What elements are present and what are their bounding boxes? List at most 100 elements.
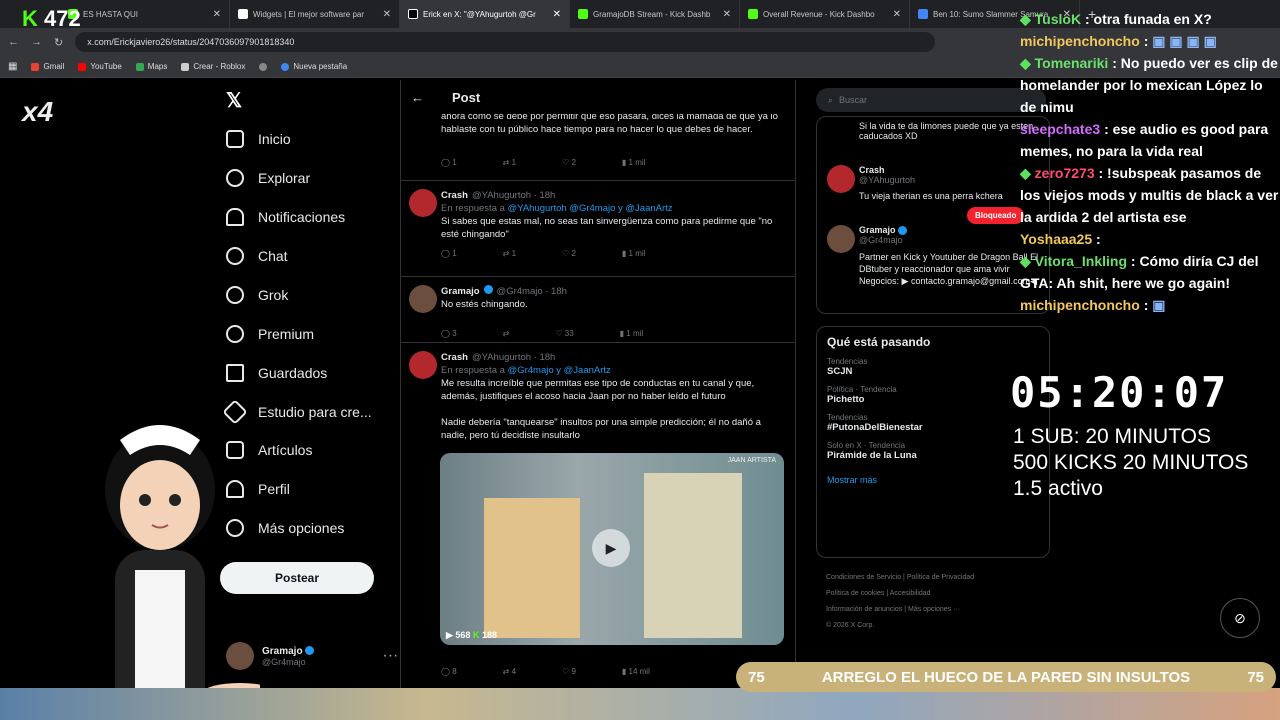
- nav-grok[interactable]: Grok: [226, 286, 288, 304]
- tweet-author[interactable]: Crash: [441, 351, 468, 364]
- repost-count: 1: [511, 158, 517, 167]
- bookmark-new-tab[interactable]: Nueva pestaña: [281, 62, 347, 71]
- like-button[interactable]: ♡ 33: [555, 327, 573, 340]
- reply-prefix: En respuesta a: [441, 365, 508, 376]
- like-button[interactable]: ♡ 9: [562, 665, 576, 678]
- more-dots-icon[interactable]: ···: [382, 647, 398, 665]
- goal-count-right: 75: [1247, 668, 1264, 686]
- tweet-author[interactable]: Crash: [441, 189, 468, 202]
- google-favicon-icon: [918, 9, 928, 19]
- tweet[interactable]: Crash @YAhugurtoh · 18h En respuesta a @Y…: [401, 180, 795, 270]
- reply-mentions[interactable]: @Gr4majo y @JaanArtz: [508, 365, 611, 376]
- repost-button[interactable]: ⇄ 1: [503, 158, 516, 167]
- footer-link[interactable]: Condiciones de Servicio: [826, 574, 901, 581]
- bookmark-roblox[interactable]: Crear - Roblox: [181, 62, 245, 71]
- nav-chat[interactable]: Chat: [226, 247, 288, 265]
- chat-message: michipenchoncho : ▣ ▣ ▣ ▣: [1020, 30, 1280, 52]
- forward-icon[interactable]: →: [31, 36, 42, 48]
- blocked-button[interactable]: Bloqueado: [967, 207, 1025, 224]
- apps-icon[interactable]: ▦: [8, 61, 17, 72]
- close-icon[interactable]: ✕: [893, 9, 901, 20]
- tweet[interactable]: Gramajo @Gr4majo · 18h No estés chingando…: [401, 276, 795, 340]
- bookmark-globe[interactable]: [259, 62, 268, 71]
- nav-articles[interactable]: Artículos: [226, 441, 312, 459]
- browser-tab[interactable]: ES HASTA QUI ✕: [60, 0, 230, 28]
- show-more-link[interactable]: Mostrar más: [827, 475, 1039, 485]
- footer-link[interactable]: Más opciones ···: [908, 606, 960, 613]
- nav-profile[interactable]: Perfil: [226, 480, 290, 498]
- url-field[interactable]: x.com/Erickjaviero26/status/204703609790…: [75, 32, 936, 52]
- bio-text: Partner en Kick y Youtuber de Dragon Bal…: [859, 252, 1039, 287]
- tweet-handle: @YAhugurtoh · 18h: [471, 190, 556, 201]
- tab-label: Erick en X: "@YAhugurtoh @Gr: [423, 9, 536, 19]
- trend-item[interactable]: Solo en X · Tendencia Pirámide de la Luna: [827, 441, 1039, 461]
- nav-explore[interactable]: Explorar: [226, 169, 310, 187]
- bookmark-label: YouTube: [90, 62, 122, 71]
- gmail-icon: [31, 62, 40, 71]
- x-logo-icon[interactable]: 𝕏: [226, 88, 242, 113]
- nav-bookmarks[interactable]: Guardados: [226, 364, 327, 382]
- play-icon[interactable]: ▶: [592, 529, 630, 567]
- reply-button[interactable]: ◯ 1: [441, 247, 457, 260]
- footer-link[interactable]: Accesibilidad: [890, 590, 931, 597]
- close-icon[interactable]: ✕: [213, 9, 221, 20]
- profile-name[interactable]: Gramajo: [859, 225, 896, 235]
- repost-button[interactable]: ⇄ 4: [503, 665, 516, 678]
- search-input[interactable]: ⌕ Buscar: [816, 88, 1046, 112]
- bookmark-gmail[interactable]: Gmail: [31, 62, 64, 71]
- url-text: x.com/Erickjaviero26/status/204703609790…: [87, 37, 295, 47]
- bookmark-youtube[interactable]: YouTube: [78, 62, 122, 71]
- close-icon[interactable]: ✕: [383, 9, 391, 20]
- trend-item[interactable]: Tendencias SCJN: [827, 357, 1039, 377]
- nav-creator-studio[interactable]: Estudio para cre...: [222, 399, 372, 425]
- footer-link[interactable]: Política de cookies: [826, 590, 884, 597]
- like-button[interactable]: ♡ 2: [562, 247, 576, 260]
- reply-mentions[interactable]: @YAhugurtoh @Gr4majo y @JaanArtz: [508, 203, 673, 214]
- trend-item[interactable]: Política · Tendencia Pichetto: [827, 385, 1039, 405]
- footer-link[interactable]: Política de Privacidad: [907, 574, 974, 581]
- like-count: 2: [571, 249, 576, 258]
- nav-more[interactable]: Más opciones: [226, 519, 344, 537]
- footer-link[interactable]: Información de anuncios: [826, 606, 902, 613]
- profile-name[interactable]: Crash: [859, 165, 885, 175]
- back-arrow-icon[interactable]: ←: [411, 90, 424, 105]
- tweet-author[interactable]: Gramajo: [441, 285, 480, 298]
- diamond-icon: ◆: [1020, 165, 1031, 181]
- chat-username: michipenchoncho: [1020, 33, 1140, 49]
- subathon-timer: 05:20:07: [1010, 368, 1229, 417]
- post-button[interactable]: Postear: [220, 562, 374, 594]
- repost-button[interactable]: ⇄: [503, 327, 510, 340]
- browser-tab[interactable]: Overall Revenue - Kick Dashbo ✕: [740, 0, 910, 28]
- views-button[interactable]: ▮ 1 mil: [620, 327, 644, 340]
- back-icon[interactable]: ←: [8, 36, 19, 48]
- browser-tab-active[interactable]: Erick en X: "@YAhugurtoh @Gr ✕: [400, 0, 570, 28]
- trend-name: SCJN: [827, 366, 853, 377]
- view-count: 1 mil: [626, 329, 644, 338]
- nav-label: Premium: [258, 326, 315, 342]
- reply-button[interactable]: ◯ 1: [441, 158, 457, 167]
- views-button[interactable]: ▮ 1 mil: [622, 158, 646, 167]
- nav-home[interactable]: Inicio: [226, 130, 291, 148]
- reply-button[interactable]: ◯ 8: [441, 665, 457, 678]
- browser-tab[interactable]: Widgets | El mejor software par ✕: [230, 0, 400, 28]
- chat-username: zero7273: [1034, 165, 1095, 181]
- post-header: ← Post: [401, 80, 795, 114]
- chat-username: Vitora_Inkling: [1034, 253, 1127, 269]
- repost-button[interactable]: ⇄ 1: [503, 247, 516, 260]
- views-button[interactable]: ▮ 1 mil: [622, 247, 646, 260]
- nav-premium[interactable]: Premium: [226, 325, 314, 343]
- close-icon[interactable]: ✕: [553, 9, 561, 20]
- nav-notifications[interactable]: Notificaciones: [226, 208, 345, 226]
- like-button[interactable]: ♡ 2: [562, 158, 576, 167]
- account-switcher[interactable]: Gramajo @Gr4majo ···: [226, 642, 398, 670]
- grok-fab-icon[interactable]: ⊘: [1220, 598, 1260, 638]
- trend-item[interactable]: Tendencias #PutonaDelBienestar: [827, 413, 1039, 433]
- close-icon[interactable]: ✕: [723, 9, 731, 20]
- browser-tab[interactable]: GramajoDB Stream - Kick Dashb ✕: [570, 0, 740, 28]
- bookmark-maps[interactable]: Maps: [135, 62, 167, 71]
- tweet-video[interactable]: ▶ JAAN ARTISTA ▶ 568 K 188: [440, 453, 784, 645]
- reply-button[interactable]: ◯ 3: [441, 327, 457, 340]
- views-button[interactable]: ▮ 14 mil: [622, 665, 650, 678]
- trend-category: Tendencias: [827, 357, 868, 366]
- reload-icon[interactable]: ↻: [54, 36, 63, 49]
